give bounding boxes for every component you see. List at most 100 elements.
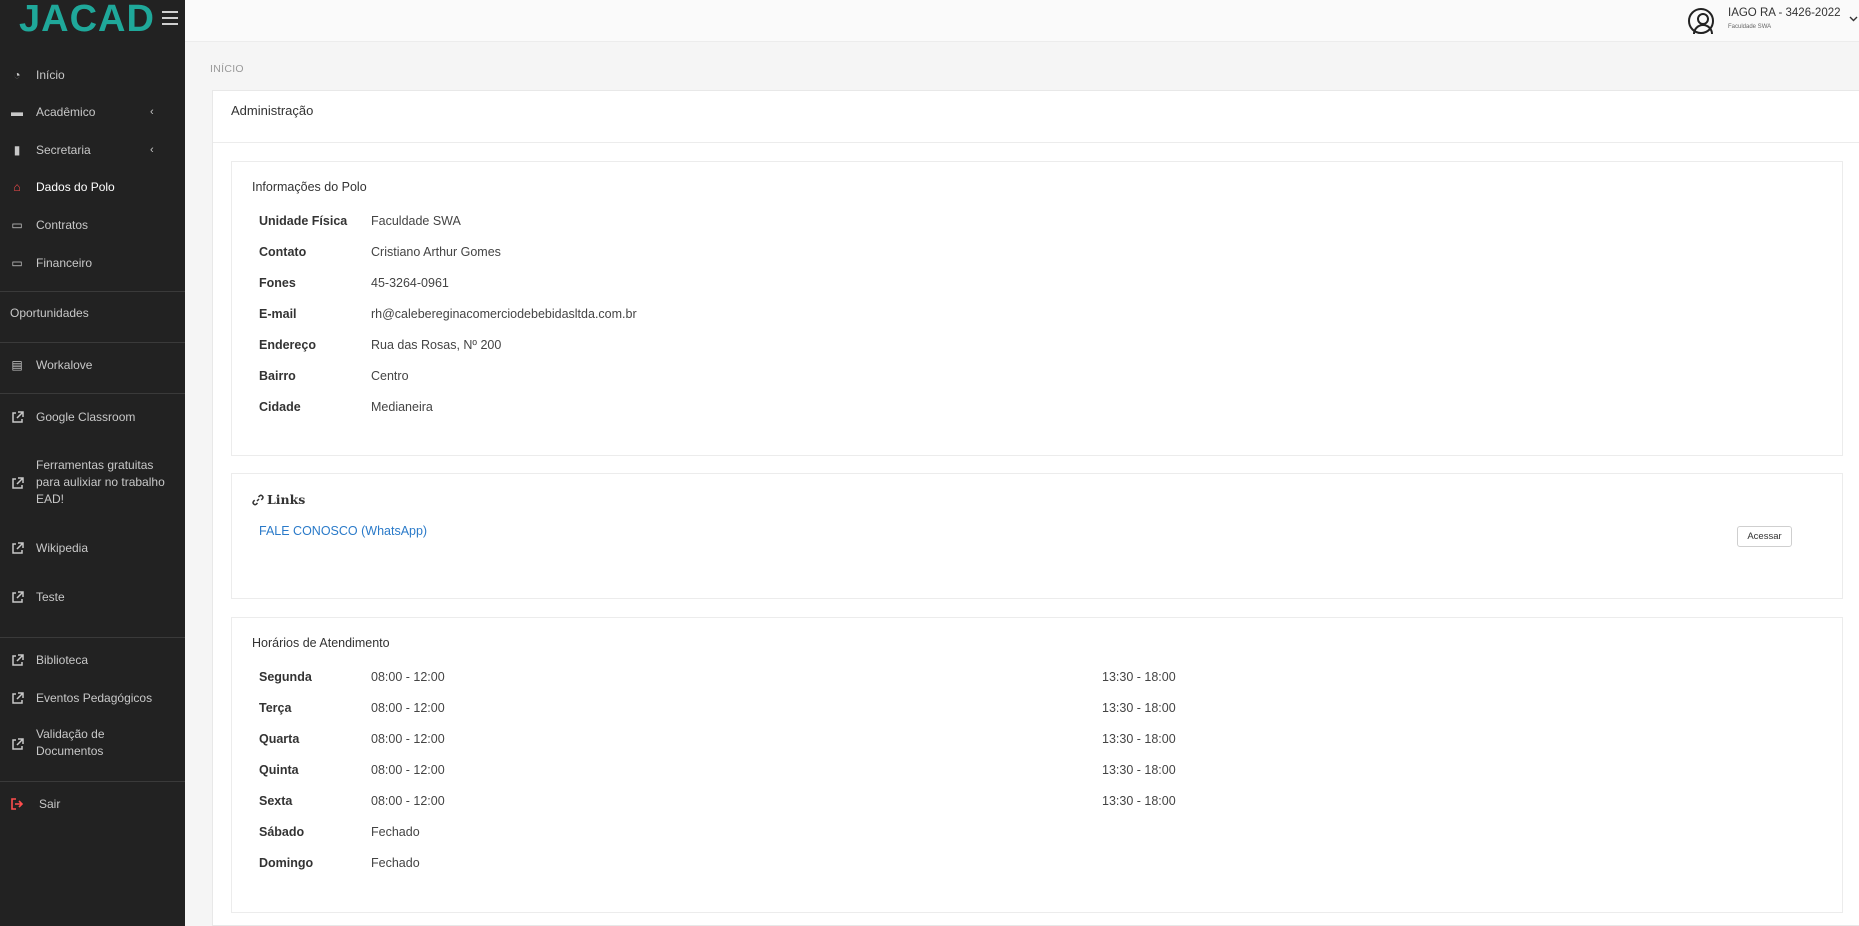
sidebar-item-academico[interactable]: ▬ Acadêmico ‹ xyxy=(0,103,185,121)
sidebar-item-biblioteca[interactable]: Biblioteca xyxy=(0,651,185,669)
links-panel: Links FALE CONOSCO (WhatsApp) Acessar xyxy=(231,473,1843,599)
sidebar-item-label: Ferramentas gratuitas para aulixiar no t… xyxy=(36,458,165,506)
sidebar-item-label: Início xyxy=(36,68,65,82)
hours-morning: 08:00 - 12:00 xyxy=(371,763,445,777)
user-name[interactable]: IAGO RA - 3426-2022 xyxy=(1728,7,1841,19)
info-value: Rua das Rosas, Nº 200 xyxy=(371,338,502,352)
sidebar-item-dados-do-polo[interactable]: ⌂ Dados do Polo xyxy=(0,178,185,196)
sidebar-item-ferramentas[interactable]: Ferramentas gratuitas para aulixiar no t… xyxy=(0,457,185,509)
sidebar-item-label: Financeiro xyxy=(36,256,93,270)
info-label: Contato xyxy=(259,245,307,259)
main-card: Administração Informações do Polo Unidad… xyxy=(212,90,1859,926)
info-value: Centro xyxy=(371,369,409,383)
sidebar: JACAD ◔ Início ▬ Acadêmico ‹ ▮ Secretari… xyxy=(0,0,185,926)
sidebar-item-financeiro[interactable]: ▭ Financeiro xyxy=(0,254,185,272)
sidebar-item-workalove[interactable]: ▤ Workalove xyxy=(0,356,185,374)
sidebar-item-contratos[interactable]: ▭ Contratos xyxy=(0,216,185,234)
external-link-icon xyxy=(10,691,24,705)
acessar-button[interactable]: Acessar xyxy=(1737,526,1792,547)
sidebar-item-inicio[interactable]: ◔ Início xyxy=(0,66,185,84)
sidebar-item-label: Contratos xyxy=(36,218,89,232)
top-bar xyxy=(185,0,1859,42)
sidebar-item-validacao-documentos[interactable]: Validação de Documentos xyxy=(0,726,185,762)
sidebar-item-label: Sair xyxy=(39,797,61,811)
hamburger-menu-icon[interactable] xyxy=(162,11,178,25)
hours-morning: Fechado xyxy=(371,856,420,870)
hours-afternoon: 13:30 - 18:00 xyxy=(1102,701,1176,715)
external-link-icon xyxy=(10,541,24,555)
link-icon xyxy=(252,494,264,505)
info-value: Cristiano Arthur Gomes xyxy=(371,245,501,259)
section-oportunidades[interactable]: Oportunidades xyxy=(10,306,89,320)
hours-morning: 08:00 - 12:00 xyxy=(371,732,445,746)
external-link-icon xyxy=(10,476,24,490)
card-header: Administração xyxy=(213,91,1859,143)
money-icon: ▭ xyxy=(11,218,23,232)
external-link-icon xyxy=(10,737,24,751)
hours-day: Quarta xyxy=(259,732,300,746)
sidebar-item-label: Teste xyxy=(36,590,65,604)
hours-morning: Fechado xyxy=(371,825,420,839)
sidebar-item-label: Validação de Documentos xyxy=(36,727,105,758)
hours-panel: Horários de Atendimento Segunda 08:00 - 1… xyxy=(231,617,1843,913)
user-institution: Faculdade SWA xyxy=(1728,24,1772,30)
chevron-down-icon[interactable] xyxy=(1849,14,1858,24)
sidebar-item-eventos-pedagogicos[interactable]: Eventos Pedagógicos xyxy=(0,689,185,707)
hours-afternoon: 13:30 - 18:00 xyxy=(1102,794,1176,808)
hours-morning: 08:00 - 12:00 xyxy=(371,794,445,808)
hours-morning: 08:00 - 12:00 xyxy=(371,670,445,684)
info-value: Faculdade SWA xyxy=(371,214,461,228)
sidebar-item-secretaria[interactable]: ▮ Secretaria ‹ xyxy=(0,141,185,159)
links-title: Links xyxy=(252,492,305,507)
info-label: Fones xyxy=(259,276,296,290)
info-value: 45-3264-0961 xyxy=(371,276,449,290)
sidebar-item-teste[interactable]: Teste xyxy=(0,588,185,606)
hours-afternoon: 13:30 - 18:00 xyxy=(1102,763,1176,777)
hours-title: Horários de Atendimento xyxy=(252,636,390,650)
hours-afternoon: 13:30 - 18:00 xyxy=(1102,732,1176,746)
hours-day: Quinta xyxy=(259,763,299,777)
hours-morning: 08:00 - 12:00 xyxy=(371,701,445,715)
sidebar-item-label: Acadêmico xyxy=(36,105,96,119)
info-panel: Informações do Polo Unidade Física Faculd… xyxy=(231,161,1843,456)
divider xyxy=(0,637,185,638)
info-value: rh@calebereginacomerciodebebidasltda.com… xyxy=(371,307,637,321)
sidebar-item-label: Google Classroom xyxy=(36,410,136,424)
jacad-logo[interactable]: JACAD xyxy=(19,0,155,38)
info-value: Medianeira xyxy=(371,400,433,414)
sidebar-item-label: Secretaria xyxy=(36,143,91,157)
dashboard-icon: ◔ xyxy=(13,68,21,82)
academic-icon: ▬ xyxy=(11,105,23,119)
hours-afternoon: 13:30 - 18:00 xyxy=(1102,670,1176,684)
info-label: Cidade xyxy=(259,400,301,414)
sidebar-item-label: Biblioteca xyxy=(36,653,89,667)
hours-day: Domingo xyxy=(259,856,314,870)
sidebar-item-google-classroom[interactable]: Google Classroom xyxy=(0,408,185,426)
whatsapp-link[interactable]: FALE CONOSCO (WhatsApp) xyxy=(259,524,427,538)
logo-bar: JACAD xyxy=(0,0,185,42)
hours-day: Sexta xyxy=(259,794,293,808)
info-label: Endereço xyxy=(259,338,316,352)
sign-out-icon xyxy=(10,797,24,811)
sidebar-item-label: Eventos Pedagógicos xyxy=(36,691,153,705)
divider xyxy=(0,781,185,782)
external-link-icon xyxy=(10,590,24,604)
money-icon: ▭ xyxy=(11,256,23,270)
sidebar-item-label: Wikipedia xyxy=(36,541,89,555)
user-avatar-icon[interactable] xyxy=(1688,8,1714,34)
sidebar-item-sair[interactable]: Sair xyxy=(0,795,185,813)
document-icon: ▮ xyxy=(13,143,21,157)
chevron-left-icon: ‹ xyxy=(150,106,154,118)
book-icon: ▤ xyxy=(11,358,23,372)
chevron-left-icon: ‹ xyxy=(150,144,154,156)
hours-day: Terça xyxy=(259,701,292,715)
external-link-icon xyxy=(10,410,24,424)
divider xyxy=(0,291,185,292)
info-label: E-mail xyxy=(259,307,297,321)
sidebar-item-wikipedia[interactable]: Wikipedia xyxy=(0,539,185,557)
divider xyxy=(0,393,185,394)
divider xyxy=(0,342,185,343)
info-title: Informações do Polo xyxy=(252,180,367,194)
sidebar-item-label: Dados do Polo xyxy=(36,180,115,194)
breadcrumb: INÍCIO xyxy=(210,63,244,75)
